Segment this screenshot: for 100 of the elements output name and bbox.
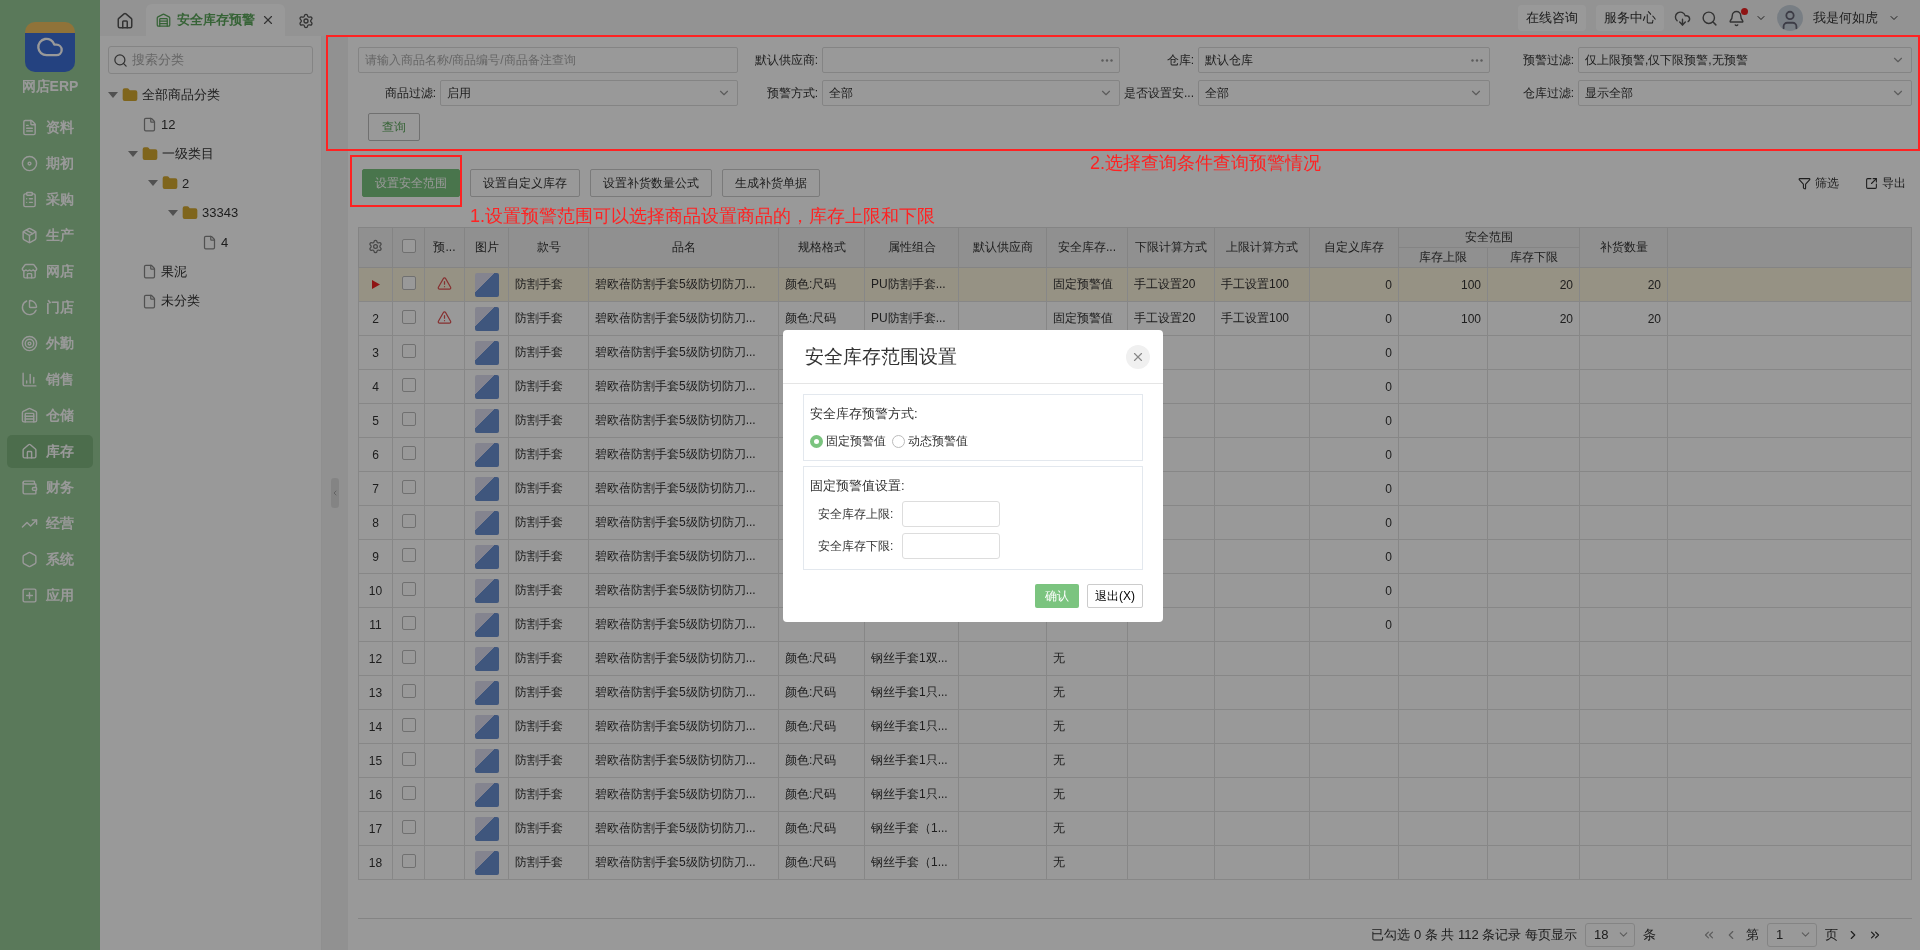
header-link[interactable]: 在线咨询 (1518, 5, 1586, 31)
row-checkbox[interactable] (401, 412, 416, 426)
row-number: 18 (368, 855, 383, 870)
row-checkbox[interactable] (401, 446, 416, 460)
row-checkbox[interactable] (401, 378, 416, 392)
radio-option[interactable]: 固定预警值 (810, 433, 886, 450)
radio-icon[interactable] (810, 435, 823, 448)
row-checkbox[interactable] (401, 684, 416, 698)
table-cell: 碧欧蓓防割手套5级防切防刀... (595, 753, 756, 767)
pager-label: 第 (1746, 925, 1759, 944)
tree-item[interactable]: 12 (161, 116, 176, 132)
tree-item[interactable]: 全部商品分类 (142, 85, 220, 104)
row-checkbox[interactable] (401, 310, 416, 324)
radio-option[interactable]: 动态预警值 (892, 433, 968, 450)
disc-icon (21, 155, 38, 172)
header-link[interactable]: 服务中心 (1596, 5, 1664, 31)
tree-item[interactable]: 4 (221, 234, 229, 250)
row-checkbox[interactable] (401, 854, 416, 868)
tree-item[interactable]: 33343 (202, 205, 239, 221)
header-checkbox[interactable] (401, 239, 416, 253)
row-checkbox[interactable] (401, 650, 416, 664)
table-cell: 无 (1053, 753, 1065, 767)
input-field[interactable] (902, 501, 1000, 527)
row-checkbox[interactable] (401, 582, 416, 596)
collapse-handle[interactable] (331, 478, 339, 508)
tree-item[interactable]: 一级类目 (162, 144, 214, 163)
table-cell: 碧欧蓓防割手套5级防切防刀... (595, 277, 756, 291)
table-cell: 20 (1647, 277, 1661, 292)
column-header: 规格格式 (778, 227, 865, 268)
select-field[interactable]: 全部 (822, 80, 1120, 106)
table-cell: 防割手套 (515, 549, 563, 563)
toolbar-button[interactable]: 生成补货单据 (722, 169, 820, 197)
table-cell: 无 (1053, 855, 1065, 869)
bell-icon[interactable] (1728, 9, 1745, 27)
photo-placeholder (474, 340, 499, 365)
field-label: 是否设置安... (1123, 84, 1195, 102)
logo-icon (25, 22, 75, 72)
toolbar-button[interactable]: 设置补货数量公式 (590, 169, 712, 197)
caret-icon[interactable] (168, 208, 178, 217)
row-checkbox[interactable] (401, 752, 416, 766)
export-link[interactable]: 导出 (1865, 174, 1906, 192)
row-checkbox[interactable] (401, 276, 416, 290)
row-checkbox[interactable] (401, 548, 416, 562)
caret-icon[interactable] (148, 179, 158, 188)
row-checkbox[interactable] (401, 514, 416, 528)
photo-placeholder (474, 748, 499, 773)
row-number: 13 (368, 685, 383, 700)
select-field[interactable]: 显示全部 (1578, 80, 1912, 106)
file-icon (202, 234, 217, 250)
funnel-icon (1798, 176, 1811, 190)
search-icon[interactable] (1701, 9, 1718, 27)
select-field[interactable]: 全部 (1198, 80, 1490, 106)
select-field[interactable]: 启用 (440, 80, 738, 106)
current-row-icon (371, 279, 380, 289)
table-cell: 碧欧蓓防割手套5级防切防刀... (595, 855, 756, 869)
avatar[interactable] (1777, 5, 1803, 31)
picker-field[interactable]: 默认仓库 (1198, 47, 1490, 73)
caret-icon[interactable] (108, 90, 118, 99)
close-button[interactable] (1126, 344, 1150, 369)
row-number: 10 (368, 583, 383, 598)
caret-icon[interactable] (128, 149, 138, 158)
folder-icon (122, 86, 138, 103)
table-cell: 碧欧蓓防割手套5级防切防刀... (595, 447, 756, 461)
close-icon[interactable] (261, 13, 275, 27)
file-icon (142, 116, 157, 132)
row-checkbox[interactable] (401, 718, 416, 732)
tree-item[interactable]: 未分类 (161, 292, 200, 311)
row-checkbox[interactable] (401, 616, 416, 630)
file-icon (142, 264, 157, 280)
row-checkbox[interactable] (401, 786, 416, 800)
settings-icon[interactable] (368, 238, 383, 254)
row-checkbox[interactable] (401, 480, 416, 494)
table-cell: 防割手套 (515, 481, 563, 495)
toolbar-button[interactable]: 设置自定义库存 (470, 169, 580, 197)
row-checkbox[interactable] (401, 344, 416, 358)
table-cell: 防割手套 (515, 685, 563, 699)
tree-item[interactable]: 果泥 (161, 262, 187, 281)
tree-item[interactable]: 2 (182, 175, 190, 191)
row-number: 14 (368, 719, 383, 734)
photo-placeholder (474, 476, 499, 501)
folder-icon (162, 175, 178, 192)
field-label: 安全库存上限: (818, 505, 894, 523)
table-cell: 颜色:尺码 (785, 685, 837, 699)
picker-field[interactable] (822, 47, 1120, 73)
user-name[interactable]: 我是何如虎 (1813, 9, 1878, 27)
table-cell: 防割手套 (515, 651, 563, 665)
row-number: 2 (372, 311, 379, 326)
filter-link[interactable]: 筛选 (1798, 174, 1839, 192)
exit-button[interactable]: 退出(X) (1087, 584, 1143, 608)
page-select[interactable]: 1 (1767, 922, 1817, 947)
table-cell: 防割手套 (515, 413, 563, 427)
table-cell: 碧欧蓓防割手套5级防切防刀... (595, 583, 756, 597)
radio-icon[interactable] (892, 435, 905, 448)
cloud-download-icon[interactable] (1674, 9, 1691, 27)
photo-placeholder (474, 510, 499, 535)
input-field[interactable] (902, 533, 1000, 559)
row-checkbox[interactable] (401, 820, 416, 834)
page-size-select[interactable]: 18 (1585, 922, 1635, 947)
column-header: 下限计算方式 (1127, 227, 1215, 268)
select-field[interactable]: 仅上限预警,仅下限预警,无预警 (1578, 47, 1912, 73)
